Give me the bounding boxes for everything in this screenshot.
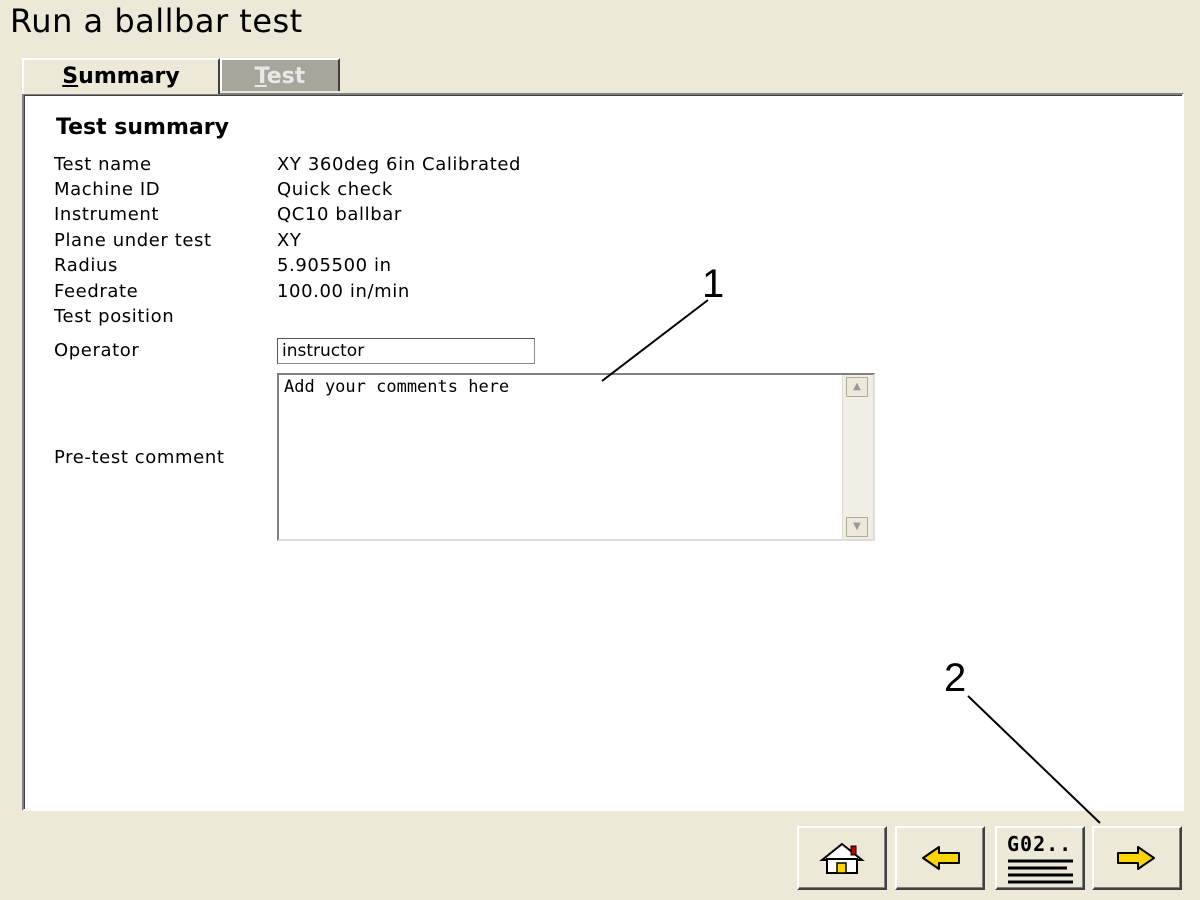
tab-summary[interactable]: Summary <box>22 58 220 94</box>
row-value-instrument: QC10 ballbar <box>277 204 402 225</box>
callout-number-2: 2 <box>944 656 967 700</box>
home-icon <box>819 842 865 874</box>
row-value-radius: 5.905500 in <box>277 255 392 276</box>
next-button[interactable] <box>1092 826 1182 890</box>
window-title: Run a ballbar test <box>10 2 303 40</box>
scroll-up-button[interactable]: ▲ <box>846 377 868 397</box>
tab-test[interactable]: Test <box>220 58 340 91</box>
row-value-test-name: XY 360deg 6in Calibrated <box>277 154 522 175</box>
operator-input[interactable] <box>277 338 535 364</box>
row-label-plane: Plane under test <box>54 230 212 251</box>
row-label-machine-id: Machine ID <box>54 179 161 200</box>
row-label-instrument: Instrument <box>54 204 160 225</box>
arrow-left-icon <box>922 846 960 870</box>
tab-test-label: Test <box>254 64 306 89</box>
row-label-test-name: Test name <box>54 154 152 175</box>
row-label-feedrate: Feedrate <box>54 281 139 302</box>
scroll-down-button[interactable]: ▼ <box>846 517 868 537</box>
comment-scrollbar[interactable]: ▲ ▼ <box>842 375 873 539</box>
back-button[interactable] <box>895 826 985 890</box>
gcode-button[interactable]: G02.. <box>995 826 1085 890</box>
section-title: Test summary <box>56 115 229 140</box>
summary-panel: Test summary Test name XY 360deg 6in Cal… <box>22 93 1184 811</box>
row-value-plane: XY <box>277 230 302 251</box>
row-label-radius: Radius <box>54 255 118 276</box>
row-value-feedrate: 100.00 in/min <box>277 281 410 302</box>
operator-label: Operator <box>54 340 140 361</box>
comment-box: Add your comments here ▲ ▼ <box>277 373 875 541</box>
arrow-right-icon <box>1117 846 1155 870</box>
callout-number-1: 1 <box>702 262 725 306</box>
row-label-test-position: Test position <box>54 306 175 327</box>
home-button[interactable] <box>797 826 887 890</box>
tab-summary-label: Summary <box>62 64 180 89</box>
comment-textarea[interactable]: Add your comments here <box>281 375 843 539</box>
comment-label: Pre-test comment <box>54 447 225 468</box>
row-value-machine-id: Quick check <box>277 179 393 200</box>
gcode-lines-icon <box>1008 859 1073 884</box>
